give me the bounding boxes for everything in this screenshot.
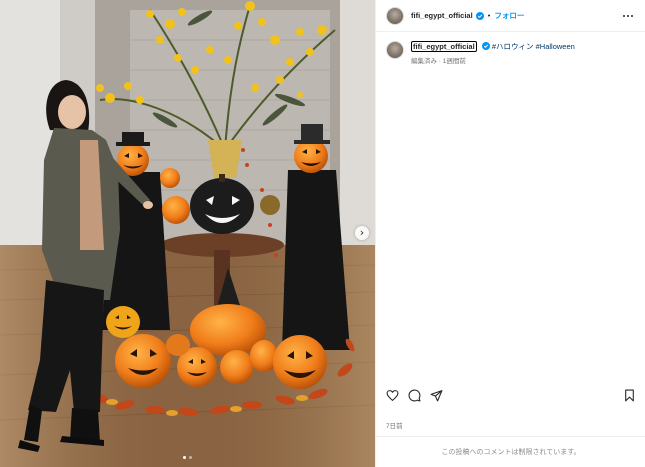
caption-avatar[interactable] — [386, 41, 404, 59]
follow-button[interactable]: フォロー — [494, 10, 524, 21]
action-bar — [376, 384, 645, 406]
more-options-icon[interactable] — [621, 11, 635, 21]
post-header: fifi_egypt_official • フォロー — [376, 0, 645, 32]
share-icon[interactable] — [430, 389, 443, 402]
verified-badge-icon — [481, 42, 490, 50]
comments-disabled-bar: この投稿へのコメントは制限されています。 — [376, 436, 645, 467]
avatar[interactable] — [386, 6, 404, 25]
carousel-next-button[interactable]: › — [355, 226, 369, 240]
carousel-indicator — [0, 456, 375, 459]
carousel-dot — [189, 456, 192, 459]
caption-text: fifi_egypt_official #ハロウィン #Halloween — [411, 41, 575, 52]
header-separator: • — [487, 11, 491, 20]
chevron-right-icon: › — [359, 226, 365, 239]
post-timestamp: 7日前 — [386, 423, 403, 430]
bookmark-icon[interactable] — [623, 389, 636, 402]
header-username[interactable]: fifi_egypt_official — [411, 11, 473, 20]
heart-icon[interactable] — [386, 389, 399, 402]
comments-disabled-text: この投稿へのコメントは制限されています。 — [441, 449, 581, 456]
caption-meta: 編集済み · 1週間前 — [411, 58, 466, 65]
caption-username[interactable]: fifi_egypt_official — [411, 41, 477, 52]
post-side-panel: fifi_egypt_official • フォロー fifi_egypt_of… — [375, 0, 645, 467]
caption-body: fifi_egypt_official #ハロウィン #Halloween 編集… — [411, 41, 575, 65]
caption: fifi_egypt_official #ハロウィン #Halloween 編集… — [376, 32, 645, 65]
comment-icon[interactable] — [408, 389, 421, 402]
halloween-display-photo — [0, 0, 375, 467]
post-photo[interactable]: › — [0, 0, 375, 467]
verified-badge-icon — [475, 11, 484, 20]
caption-hashtags[interactable]: #ハロウィン #Halloween — [492, 42, 575, 51]
carousel-dot-active — [183, 456, 186, 459]
